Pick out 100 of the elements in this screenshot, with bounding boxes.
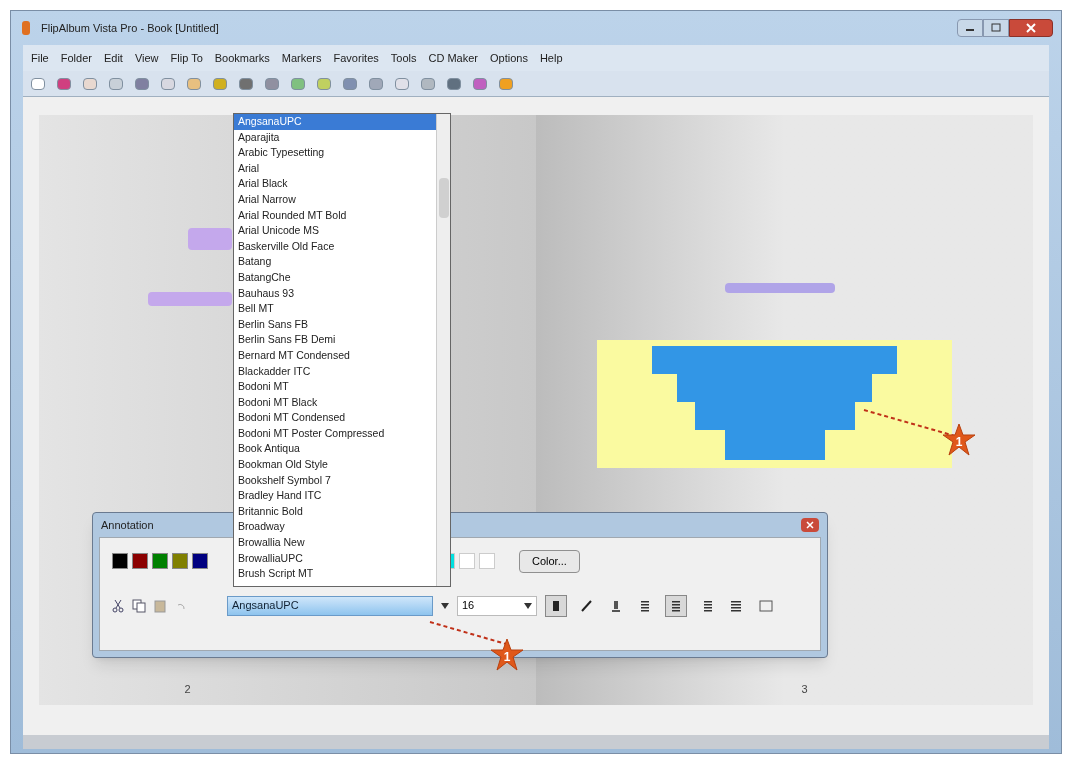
menu-item[interactable]: Favorites (333, 49, 379, 67)
color-swatch[interactable] (112, 553, 128, 570)
menu-item[interactable]: View (134, 49, 159, 67)
caret-icon (524, 602, 532, 609)
font-option[interactable]: Arial (234, 160, 436, 177)
page-number: 3 (801, 681, 808, 697)
toolbar-icon[interactable] (213, 77, 227, 90)
font-option[interactable]: Bodoni MT Poster Compressed (234, 425, 436, 442)
font-option[interactable]: Bradley Hand ITC (234, 488, 436, 504)
toolbar-icon[interactable] (187, 77, 201, 90)
menu-item[interactable]: Edit (103, 49, 123, 67)
close-icon (1026, 23, 1036, 33)
toolbar-icon[interactable] (83, 77, 97, 90)
frame-icon (759, 599, 773, 612)
app-icon (19, 20, 33, 36)
font-option[interactable]: Bookman Old Style (234, 457, 436, 473)
toolbar-icon[interactable] (31, 77, 45, 90)
font-option[interactable]: Berlin Sans FB Demi (234, 332, 436, 348)
toolbar-icon[interactable] (395, 77, 409, 90)
dialog-title: Annotation (101, 517, 154, 533)
font-option[interactable]: Baskerville Old Face (234, 238, 436, 255)
copy-icon[interactable] (132, 598, 146, 613)
color-swatch[interactable] (192, 553, 208, 570)
color-swatch[interactable] (479, 553, 495, 570)
close-icon (806, 521, 814, 529)
color-swatch[interactable] (152, 553, 168, 570)
menu-item[interactable]: CD Maker (428, 49, 478, 67)
toolbar-icon[interactable] (499, 77, 513, 90)
font-option[interactable]: Browallia New (234, 535, 436, 551)
bold-format-button[interactable] (545, 594, 567, 617)
font-field[interactable]: AngsanaUPC (227, 595, 433, 616)
menu-item[interactable]: Bookmarks (214, 49, 270, 67)
color-swatch[interactable] (132, 553, 148, 570)
font-option[interactable]: Arial Rounded MT Bold (234, 207, 436, 224)
minimize-button[interactable] (957, 19, 983, 37)
font-option[interactable]: Broadway (234, 519, 436, 536)
font-option[interactable]: Berlin Sans FB (234, 316, 436, 333)
caret-icon[interactable] (441, 602, 449, 609)
font-option[interactable]: Bodoni MT Black (234, 394, 436, 411)
toolbar-icon[interactable] (161, 77, 175, 90)
align-icon (730, 599, 742, 612)
window-title: FlipAlbum Vista Pro - Book [Untitled] (41, 20, 219, 36)
font-option[interactable]: Bernard MT Condensed (234, 347, 436, 364)
menu-item[interactable]: Tools (390, 49, 417, 67)
menu-item[interactable]: Markers (281, 49, 322, 67)
scissors-icon[interactable] (112, 598, 124, 613)
font-option[interactable]: Arial Black (234, 176, 436, 192)
toolbar-icon[interactable] (369, 77, 383, 90)
font-option[interactable]: Batang (234, 254, 436, 270)
font-option[interactable]: Arial Unicode MS (234, 223, 436, 239)
title-text-drawing (188, 228, 232, 250)
font-option[interactable]: AngsanaUPC (234, 114, 436, 130)
callout-star: 1 (490, 638, 524, 672)
toolbar-icon[interactable] (343, 77, 357, 90)
font-option[interactable]: Aparajita (234, 129, 436, 146)
color-swatch[interactable] (172, 553, 188, 570)
menu-item[interactable]: Help (539, 49, 563, 67)
toolbar-icon[interactable] (57, 77, 71, 90)
font-option[interactable]: Blackadder ITC (234, 363, 436, 380)
color-swatch[interactable] (459, 553, 475, 570)
close-button[interactable] (1009, 19, 1053, 37)
font-option[interactable]: Arabic Typesetting (234, 145, 436, 161)
toolbar-icon[interactable] (109, 77, 123, 90)
font-option[interactable]: Britannic Bold (234, 503, 436, 520)
underline-icon (611, 599, 621, 612)
font-option[interactable]: Bodoni MT (234, 379, 436, 395)
toolbar-icon[interactable] (421, 77, 435, 90)
font-option[interactable]: BatangChe (234, 269, 436, 286)
menu-item[interactable]: Folder (60, 49, 92, 67)
close-button[interactable] (801, 518, 819, 532)
paste-icon[interactable] (154, 598, 168, 613)
menu-item[interactable]: File (31, 49, 49, 67)
pen-icon (580, 599, 592, 612)
page-number: 2 (184, 681, 191, 697)
toolbar-icon[interactable] (239, 77, 253, 90)
size-field[interactable]: 16 (457, 595, 537, 616)
menu-item[interactable]: Flip To (170, 49, 203, 67)
font-option[interactable]: Bell MT (234, 301, 436, 317)
toolbar-icon[interactable] (447, 77, 461, 90)
align-icon (640, 599, 652, 612)
font-option[interactable]: Bodoni MT Condensed (234, 410, 436, 426)
toolbar-icon[interactable] (473, 77, 487, 90)
align-icon (670, 599, 682, 612)
font-option[interactable]: Bauhaus 93 (234, 285, 436, 302)
callout-star: 1 (942, 423, 976, 457)
bold-icon (551, 599, 561, 612)
toolbar-icon[interactable] (317, 77, 331, 90)
font-option[interactable]: Book Antiqua (234, 441, 436, 458)
toolbar-icon[interactable] (135, 77, 149, 90)
menu-item[interactable]: Options (489, 49, 528, 67)
font-option[interactable]: BrowalliaUPC (234, 550, 436, 567)
font-option[interactable]: Bookshelf Symbol 7 (234, 472, 436, 489)
center-format-button[interactable] (665, 594, 687, 617)
toolbar-icon[interactable] (291, 77, 305, 90)
maximize-icon (991, 23, 1001, 33)
font-option[interactable]: Brush Script MT (234, 566, 436, 582)
color-button[interactable]: Color... (519, 550, 580, 573)
scrollbar[interactable] (436, 114, 450, 586)
toolbar-icon[interactable] (265, 77, 279, 90)
font-option[interactable]: Arial Narrow (234, 191, 436, 208)
